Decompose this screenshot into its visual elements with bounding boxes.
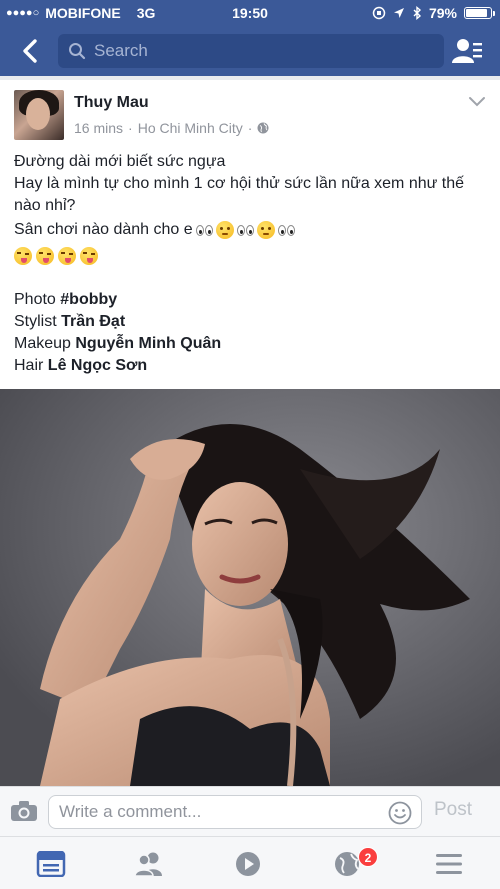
emoji-picker-icon[interactable]: [388, 801, 412, 825]
bluetooth-icon: [413, 6, 422, 20]
search-bar[interactable]: Search: [58, 34, 444, 68]
credit-line: Hair Lê Ngọc Sơn: [14, 355, 488, 377]
post-line: Hay là mình tự cho mình 1 cơ hội thử sức…: [14, 175, 465, 214]
friend-requests-tab-icon[interactable]: [134, 851, 164, 877]
video-tab-icon[interactable]: [233, 851, 263, 877]
facebook-post-screen: ●●●●○ MOBIFONE 3G 19:50 79% Search Thuy …: [0, 0, 500, 889]
credit-role: Stylist: [14, 313, 57, 330]
comment-input[interactable]: [48, 795, 422, 829]
post-comment-button[interactable]: Post: [434, 799, 472, 821]
battery-percent: 79%: [428, 5, 457, 21]
location-arrow-icon: [393, 8, 404, 18]
credit-role: Photo: [14, 291, 56, 308]
winking-tongue-emoji-icon: [14, 247, 32, 265]
post-photo[interactable]: [0, 389, 500, 786]
winking-tongue-emoji-icon: [36, 247, 54, 265]
portrait-photo-illustration: [0, 389, 500, 786]
credit-name[interactable]: Trần Đạt: [61, 313, 125, 330]
post-line: Đường dài mới biết sức ngựa: [14, 153, 226, 170]
eyes-emoji-icon: [236, 224, 254, 236]
eyes-emoji-icon: [277, 224, 295, 236]
search-placeholder: Search: [94, 41, 148, 60]
eyes-emoji-icon: [195, 224, 213, 236]
menu-tab-icon[interactable]: [434, 851, 464, 877]
flushed-face-emoji-icon: [215, 221, 234, 239]
credit-line: Photo #bobby: [14, 289, 488, 311]
credit-name[interactable]: Lê Ngọc Sơn: [48, 357, 147, 374]
credit-name[interactable]: Nguyễn Minh Quân: [75, 335, 221, 352]
friend-requests-icon[interactable]: [452, 38, 482, 64]
feed-post: Thuy Mau 16 mins · Ho Chi Minh City · Đư…: [0, 80, 500, 389]
winking-tongue-emoji-icon: [58, 247, 76, 265]
chevron-down-icon[interactable]: [468, 96, 486, 108]
post-line: Sân chơi nào dành cho e: [14, 221, 193, 238]
credit-role: Hair: [14, 357, 44, 374]
comment-bar: Post: [0, 786, 500, 836]
post-text: Đường dài mới biết sức ngựa Hay là mình …: [14, 151, 488, 377]
back-arrow-icon[interactable]: [18, 38, 44, 64]
orientation-lock-icon: [372, 6, 386, 20]
credit-line: Makeup Nguyễn Minh Quân: [14, 333, 488, 355]
meta-separator: ·: [128, 120, 133, 136]
notifications-badge: 2: [358, 847, 378, 867]
post-time[interactable]: 16 mins: [74, 120, 123, 136]
bottom-tab-bar: 2: [0, 836, 500, 889]
author-name[interactable]: Thuy Mau: [74, 94, 149, 112]
post-meta: 16 mins · Ho Chi Minh City ·: [74, 120, 269, 136]
credit-role: Makeup: [14, 335, 71, 352]
winking-tongue-emoji-icon: [80, 247, 98, 265]
battery-icon: [464, 7, 495, 19]
photo-credits: Photo #bobby Stylist Trần Đạt Makeup Ngu…: [14, 289, 488, 377]
author-avatar[interactable]: [14, 90, 64, 140]
search-icon: [69, 43, 86, 60]
status-bar: ●●●●○ MOBIFONE 3G 19:50 79%: [0, 0, 500, 26]
flushed-face-emoji-icon: [256, 221, 275, 239]
post-line-with-emoji: Sân chơi nào dành cho e: [14, 219, 488, 241]
credit-name[interactable]: #bobby: [60, 291, 117, 308]
navigation-bar: Search: [0, 26, 500, 76]
credit-line: Stylist Trần Đạt: [14, 311, 488, 333]
meta-separator: ·: [247, 120, 253, 136]
emoji-line: [14, 243, 488, 269]
post-location[interactable]: Ho Chi Minh City: [138, 120, 243, 136]
battery-level: [466, 9, 487, 17]
camera-icon[interactable]: [10, 800, 38, 822]
globe-icon: [257, 122, 269, 134]
news-feed-tab-icon[interactable]: [36, 851, 66, 877]
